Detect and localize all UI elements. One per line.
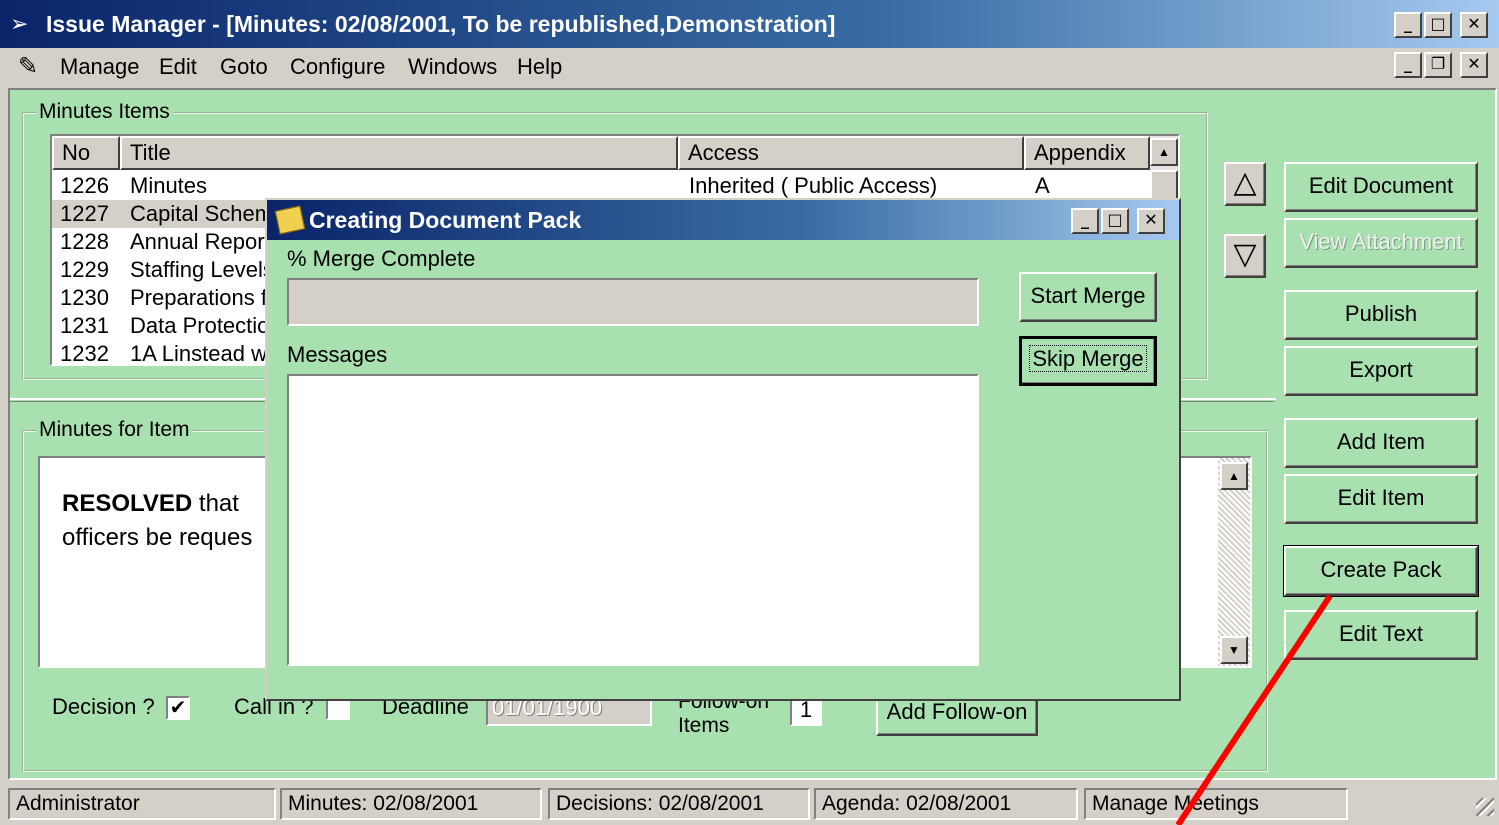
annotation-line <box>1175 594 1333 825</box>
annotation-arrow <box>1175 594 1333 825</box>
